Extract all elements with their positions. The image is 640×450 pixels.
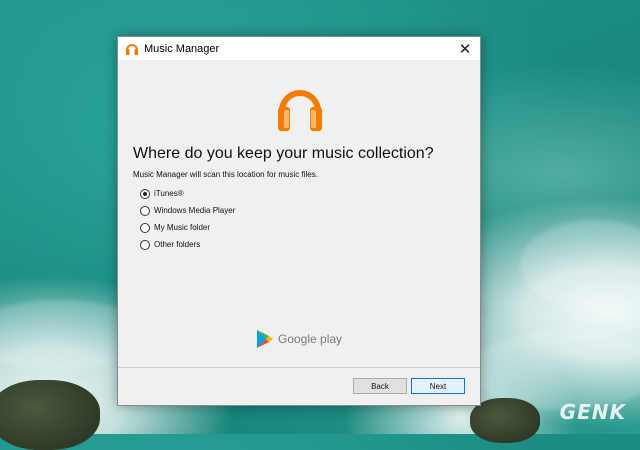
google-play-logo: Google play	[256, 329, 342, 349]
description: Music Manager will scan this location fo…	[133, 170, 318, 179]
headphones-icon	[278, 90, 322, 131]
sea-foam	[520, 220, 640, 310]
option-my-music-folder[interactable]: My Music folder	[140, 219, 235, 236]
window-title: Music Manager	[144, 42, 220, 55]
option-label: iTunes®	[154, 189, 184, 198]
back-button[interactable]: Back	[353, 378, 407, 394]
option-other-folders[interactable]: Other folders	[140, 236, 235, 253]
close-button[interactable]: ✕	[450, 37, 480, 60]
next-button[interactable]: Next	[411, 378, 465, 394]
desktop: { "window": { "title": "Music Manager", …	[0, 0, 640, 450]
title-bar[interactable]: Music Manager ✕	[118, 37, 480, 60]
radio-button[interactable]	[140, 239, 150, 250]
page-title: Where do you keep your music collection?	[133, 145, 434, 162]
play-store-icon	[257, 330, 273, 348]
music-manager-window: Music Manager ✕ Where do you keep your m…	[117, 36, 481, 406]
option-windows-media-player[interactable]: Windows Media Player	[140, 202, 235, 219]
footer-divider	[118, 367, 480, 368]
location-options: iTunes® Windows Media Player My Music fo…	[140, 185, 235, 253]
brand-text: Google play	[278, 332, 343, 346]
option-label: Windows Media Player	[154, 206, 236, 215]
watermark-logo: GENK	[559, 400, 626, 424]
radio-button[interactable]	[140, 188, 150, 199]
radio-button[interactable]	[140, 205, 150, 216]
rock	[0, 380, 100, 450]
option-itunes[interactable]: iTunes®	[140, 185, 235, 202]
option-label: My Music folder	[154, 223, 211, 232]
option-label: Other folders	[154, 240, 201, 249]
radio-button[interactable]	[140, 222, 150, 233]
headphones-icon	[126, 43, 138, 55]
